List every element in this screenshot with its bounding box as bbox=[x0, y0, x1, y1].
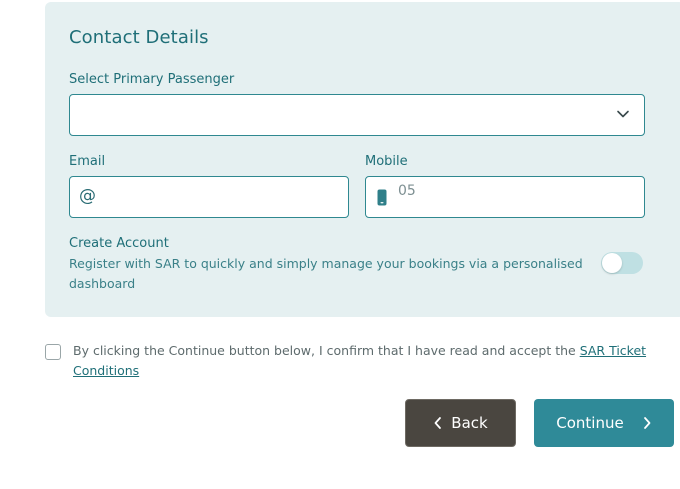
mobile-placeholder: 05 bbox=[398, 183, 416, 199]
mobile-label: Mobile bbox=[365, 154, 408, 169]
email-label: Email bbox=[69, 154, 106, 169]
primary-passenger-select[interactable] bbox=[69, 94, 645, 136]
back-button-label: Back bbox=[451, 414, 488, 432]
create-account-description: Register with SAR to quickly and simply … bbox=[69, 256, 583, 291]
mobile-field[interactable]: 05 bbox=[365, 176, 645, 218]
email-field[interactable]: @ bbox=[69, 176, 349, 218]
continue-button[interactable]: Continue bbox=[534, 399, 674, 447]
terms-text: By clicking the Continue button below, I… bbox=[73, 341, 663, 381]
chevron-left-icon bbox=[434, 417, 442, 429]
create-account-toggle[interactable] bbox=[601, 252, 643, 274]
terms-checkbox[interactable] bbox=[45, 344, 61, 360]
chevron-down-icon bbox=[617, 110, 629, 118]
at-sign-icon: @ bbox=[79, 186, 96, 206]
terms-statement: By clicking the Continue button below, I… bbox=[73, 343, 580, 358]
contact-details-panel: Contact Details Select Primary Passenger… bbox=[45, 2, 680, 317]
toggle-knob bbox=[602, 253, 622, 273]
primary-passenger-label: Select Primary Passenger bbox=[69, 72, 235, 87]
phone-icon bbox=[377, 189, 387, 206]
chevron-right-icon bbox=[643, 417, 651, 429]
create-account-label: Create Account bbox=[69, 236, 169, 251]
back-button[interactable]: Back bbox=[405, 399, 516, 447]
section-title: Contact Details bbox=[69, 27, 209, 48]
continue-button-label: Continue bbox=[556, 414, 624, 432]
